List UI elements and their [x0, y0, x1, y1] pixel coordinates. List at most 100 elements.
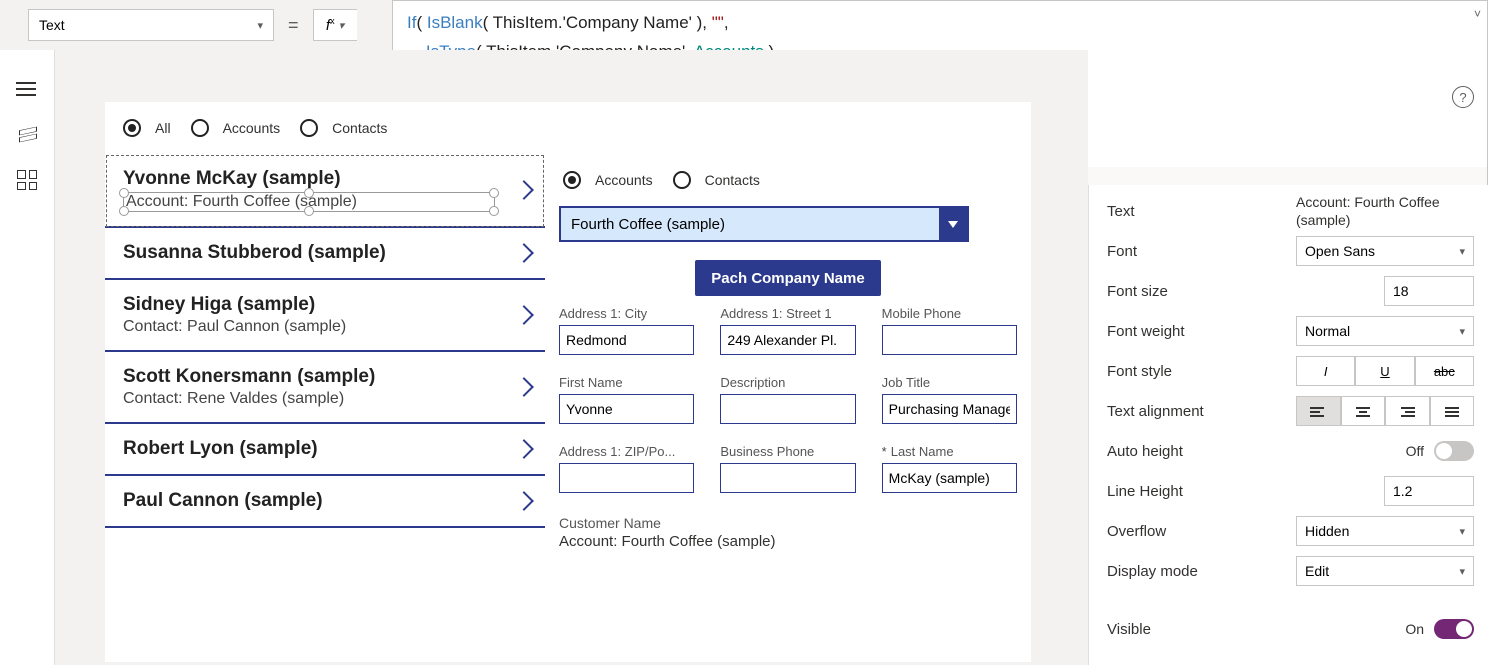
field-input[interactable]: [882, 463, 1017, 493]
app-frame: All Accounts Contacts Yvonne McKay (samp…: [105, 102, 1031, 662]
canvas-area: All Accounts Contacts Yvonne McKay (samp…: [55, 50, 1088, 665]
prop-textalign-label: Text alignment: [1107, 403, 1296, 420]
form-field: Last Name: [882, 444, 1017, 493]
prop-fontweight-select[interactable]: Normal▾: [1296, 316, 1474, 346]
filter-contacts-label: Contacts: [332, 120, 387, 136]
chevron-down-icon: ▾: [1459, 325, 1465, 338]
form-field: Address 1: City: [559, 306, 694, 355]
list-item[interactable]: Sidney Higa (sample) Contact: Paul Cannon…: [105, 280, 545, 352]
customer-name-label: Customer Name: [559, 515, 1017, 531]
prop-font-select[interactable]: Open Sans▾: [1296, 236, 1474, 266]
prop-lineheight-label: Line Height: [1107, 483, 1384, 500]
prop-fontweight-label: Font weight: [1107, 323, 1296, 340]
combobox-chevron-icon[interactable]: [939, 208, 967, 240]
filter-all-radio[interactable]: [123, 119, 141, 137]
list-item-subtitle: Contact: Rene Valdes (sample): [123, 390, 495, 408]
field-input[interactable]: [720, 463, 855, 493]
detail-contacts-radio[interactable]: [673, 171, 691, 189]
list-item-title: Robert Lyon (sample): [123, 438, 495, 460]
prop-fontstyle-label: Font style: [1107, 363, 1296, 380]
prop-textalign-segment: [1296, 396, 1474, 426]
list-item[interactable]: Susanna Stubberod (sample): [105, 228, 545, 280]
gallery[interactable]: Yvonne McKay (sample)Account: Fourth Cof…: [105, 154, 545, 564]
chevron-right-icon[interactable]: [514, 491, 534, 511]
align-center-button[interactable]: [1341, 396, 1386, 426]
field-label: Address 1: Street 1: [720, 306, 855, 321]
prop-fontsize-input[interactable]: [1384, 276, 1474, 306]
align-justify-button[interactable]: [1430, 396, 1475, 426]
fontstyle-underline-button[interactable]: U: [1355, 356, 1414, 386]
align-left-icon: [1310, 405, 1326, 417]
hamburger-icon[interactable]: [16, 78, 38, 96]
company-combobox-value: Fourth Coffee (sample): [571, 216, 725, 233]
form-field: Address 1: Street 1: [720, 306, 855, 355]
field-label: Address 1: ZIP/Po...: [559, 444, 694, 459]
filter-all-label: All: [155, 120, 171, 136]
prop-visible-toggle[interactable]: [1434, 619, 1474, 639]
left-rail: [0, 50, 55, 665]
chevron-right-icon[interactable]: [514, 377, 534, 397]
patch-company-button[interactable]: Pach Company Name: [695, 260, 881, 296]
tree-view-icon[interactable]: [17, 124, 37, 142]
field-label: Job Title: [882, 375, 1017, 390]
field-input[interactable]: [559, 325, 694, 355]
chevron-right-icon[interactable]: [514, 305, 534, 325]
detail-contacts-label: Contacts: [705, 172, 760, 188]
prop-visible-label: Visible: [1107, 621, 1405, 638]
chevron-right-icon[interactable]: [514, 180, 534, 200]
list-filter-row: All Accounts Contacts: [105, 102, 1031, 154]
list-item[interactable]: Robert Lyon (sample): [105, 424, 545, 476]
field-label: Address 1: City: [559, 306, 694, 321]
field-input[interactable]: [559, 463, 694, 493]
help-icon[interactable]: ?: [1452, 86, 1474, 108]
fontstyle-strike-button[interactable]: abc: [1415, 356, 1474, 386]
prop-lineheight-input[interactable]: [1384, 476, 1474, 506]
form-field: Address 1: ZIP/Po...: [559, 444, 694, 493]
list-item-title: Yvonne McKay (sample): [123, 168, 495, 190]
align-right-button[interactable]: [1385, 396, 1430, 426]
filter-accounts-radio[interactable]: [191, 119, 209, 137]
align-left-button[interactable]: [1296, 396, 1341, 426]
field-input[interactable]: [882, 394, 1017, 424]
property-dropdown[interactable]: Text ▾: [28, 9, 274, 41]
prop-autoheight-toggle[interactable]: [1434, 441, 1474, 461]
filter-contacts-radio[interactable]: [300, 119, 318, 137]
fontstyle-italic-button[interactable]: I: [1296, 356, 1355, 386]
list-item[interactable]: Scott Konersmann (sample)Contact: Rene V…: [105, 352, 545, 424]
form-field: Mobile Phone: [882, 306, 1017, 355]
form-field: Job Title: [882, 375, 1017, 424]
chevron-right-icon[interactable]: [514, 243, 534, 263]
field-input[interactable]: [720, 325, 855, 355]
prop-displaymode-select[interactable]: Edit▾: [1296, 556, 1474, 586]
list-item-title: Sidney Higa (sample): [123, 294, 495, 316]
field-input[interactable]: [559, 394, 694, 424]
prop-visible-value: On: [1405, 621, 1424, 637]
list-item-subtitle: Contact: Paul Cannon (sample): [123, 318, 495, 336]
list-item[interactable]: Paul Cannon (sample): [105, 476, 545, 528]
filter-accounts-label: Accounts: [223, 120, 281, 136]
insert-icon[interactable]: [17, 170, 37, 190]
align-center-icon: [1355, 405, 1371, 417]
fx-icon[interactable]: fx▾: [313, 9, 357, 41]
chevron-down-icon: ▾: [1459, 565, 1465, 578]
field-label: Description: [720, 375, 855, 390]
field-input[interactable]: [720, 394, 855, 424]
field-input[interactable]: [882, 325, 1017, 355]
list-item[interactable]: Yvonne McKay (sample)Account: Fourth Cof…: [105, 154, 545, 228]
prop-overflow-label: Overflow: [1107, 523, 1296, 540]
field-label: First Name: [559, 375, 694, 390]
chevron-down-icon: ▾: [1459, 245, 1465, 258]
detail-accounts-radio[interactable]: [563, 171, 581, 189]
formula-expand-icon[interactable]: ˅: [1474, 7, 1481, 21]
chevron-right-icon[interactable]: [514, 439, 534, 459]
properties-panel: Text Account: Fourth Coffee (sample) Fon…: [1088, 185, 1488, 665]
customer-name-block: Customer Name Account: Fourth Coffee (sa…: [559, 515, 1017, 550]
list-item-title: Susanna Stubberod (sample): [123, 242, 495, 264]
prop-text-value[interactable]: Account: Fourth Coffee (sample): [1296, 193, 1474, 229]
company-combobox[interactable]: Fourth Coffee (sample): [559, 206, 969, 242]
prop-overflow-select[interactable]: Hidden▾: [1296, 516, 1474, 546]
equals-sign: =: [288, 15, 299, 36]
prop-text-label: Text: [1107, 203, 1296, 220]
property-dropdown-value: Text: [39, 17, 65, 33]
customer-name-value: Account: Fourth Coffee (sample): [559, 533, 1017, 550]
